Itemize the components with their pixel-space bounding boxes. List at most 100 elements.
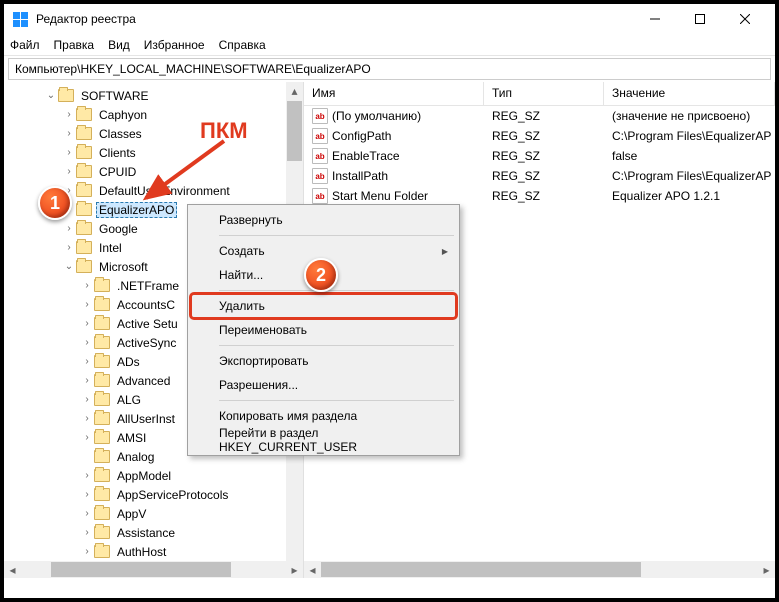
tree-item-label: ADs — [117, 355, 140, 369]
reg-sz-icon — [312, 128, 328, 144]
menubar: Файл Правка Вид Избранное Справка — [4, 34, 775, 56]
context-menu-goto-hkcu[interactable]: Перейти в раздел HKEY_CURRENT_USER — [191, 428, 456, 452]
context-menu-separator — [219, 345, 454, 346]
minimize-button[interactable] — [632, 5, 677, 33]
regedit-icon — [12, 11, 28, 27]
folder-icon — [94, 526, 110, 539]
context-menu-separator — [219, 235, 454, 236]
folder-icon — [76, 184, 92, 197]
tree-item-label: DefaultUserEnvironment — [99, 184, 230, 198]
scroll-right-arrow-icon[interactable]: ▸ — [286, 561, 303, 578]
close-button[interactable] — [722, 5, 767, 33]
expand-icon[interactable]: › — [80, 337, 94, 348]
value-row[interactable]: EnableTrace REG_SZfalse — [304, 146, 775, 166]
expand-icon[interactable]: › — [80, 375, 94, 386]
menu-view[interactable]: Вид — [108, 38, 130, 52]
expand-icon[interactable]: › — [62, 223, 76, 234]
titlebar: Редактор реестра — [4, 4, 775, 34]
menu-edit[interactable]: Правка — [54, 38, 95, 52]
scroll-thumb[interactable] — [287, 101, 302, 161]
column-header-name[interactable]: Имя — [304, 82, 484, 105]
folder-icon — [94, 374, 110, 387]
scroll-right-arrow-icon[interactable]: ▸ — [758, 561, 775, 578]
value-data: false — [604, 148, 775, 164]
tree-item-label: Google — [99, 222, 138, 236]
value-row[interactable]: ConfigPathREG_SZC:\Program Files\Equaliz… — [304, 126, 775, 146]
folder-icon — [94, 450, 110, 463]
expand-icon[interactable]: › — [80, 432, 94, 443]
tree-item-label: Active Setu — [117, 317, 178, 331]
tree-item[interactable]: ⌄ SOFTWARE — [4, 86, 303, 105]
scroll-left-arrow-icon[interactable]: ◂ — [4, 561, 21, 578]
expand-icon[interactable]: › — [80, 394, 94, 405]
value-row[interactable]: Start Menu FolderREG_SZEqualizer APO 1.2… — [304, 186, 775, 206]
scroll-up-arrow-icon[interactable]: ▴ — [286, 82, 303, 99]
expand-icon[interactable]: › — [80, 489, 94, 500]
reg-sz-icon — [312, 168, 328, 184]
scroll-hthumb[interactable] — [51, 562, 231, 577]
regedit-window: Редактор реестра Файл Правка Вид Избранн… — [0, 0, 779, 602]
tree-item[interactable]: ›AuthHost — [4, 542, 303, 561]
expand-icon[interactable]: › — [80, 356, 94, 367]
value-name: EnableTrace — [332, 149, 400, 163]
context-menu-separator — [219, 400, 454, 401]
expand-icon[interactable]: › — [80, 508, 94, 519]
context-menu-expand[interactable]: Развернуть — [191, 208, 456, 232]
context-menu-permissions[interactable]: Разрешения... — [191, 373, 456, 397]
scroll-left-arrow-icon[interactable]: ◂ — [304, 561, 321, 578]
expand-icon[interactable]: › — [62, 242, 76, 253]
folder-icon — [94, 507, 110, 520]
tree-item[interactable]: ›Caphyon — [4, 105, 303, 124]
folder-icon — [76, 108, 92, 121]
tree-item[interactable]: ›AppServiceProtocols — [4, 485, 303, 504]
expand-icon[interactable]: › — [80, 280, 94, 291]
tree-item[interactable]: ›CPUID — [4, 162, 303, 181]
address-bar[interactable]: Компьютер\HKEY_LOCAL_MACHINE\SOFTWARE\Eq… — [8, 58, 771, 80]
expand-icon[interactable]: › — [62, 128, 76, 139]
collapse-icon[interactable]: ⌄ — [62, 261, 76, 272]
expand-icon[interactable]: › — [80, 470, 94, 481]
expand-icon[interactable]: › — [80, 413, 94, 424]
value-row[interactable]: InstallPathREG_SZC:\Program Files\Equali… — [304, 166, 775, 186]
tree-item-label: AppModel — [117, 469, 171, 483]
tree-horizontal-scrollbar[interactable]: ◂ ▸ — [4, 561, 303, 578]
tree-item-label: AllUserInst — [117, 412, 175, 426]
folder-icon — [94, 488, 110, 501]
menu-file[interactable]: Файл — [10, 38, 40, 52]
tree-item[interactable]: ›AppV — [4, 504, 303, 523]
tree-item[interactable]: ›Clients — [4, 143, 303, 162]
tree-item-label: Classes — [99, 127, 142, 141]
reg-sz-icon — [312, 188, 328, 204]
tree-item-label: SOFTWARE — [81, 89, 149, 103]
collapse-icon[interactable]: ⌄ — [44, 90, 58, 101]
expand-icon[interactable]: › — [80, 527, 94, 538]
tree-item-label: .NETFrame — [117, 279, 179, 293]
expand-icon[interactable]: › — [80, 546, 94, 557]
value-row[interactable]: (По умолчанию)REG_SZ(значение не присвое… — [304, 106, 775, 126]
menu-favorites[interactable]: Избранное — [144, 38, 205, 52]
column-header-value[interactable]: Значение — [604, 82, 775, 105]
context-menu-copy-key[interactable]: Копировать имя раздела — [191, 404, 456, 428]
expand-icon[interactable]: › — [80, 299, 94, 310]
expand-icon[interactable]: › — [62, 147, 76, 158]
scroll-hthumb[interactable] — [321, 562, 641, 577]
context-menu-separator — [219, 290, 454, 291]
context-menu-rename[interactable]: Переименовать — [191, 318, 456, 342]
expand-icon[interactable]: › — [80, 318, 94, 329]
folder-icon — [58, 89, 74, 102]
maximize-button[interactable] — [677, 5, 722, 33]
menu-help[interactable]: Справка — [219, 38, 266, 52]
folder-icon — [76, 146, 92, 159]
tree-item[interactable]: ›Assistance — [4, 523, 303, 542]
values-list[interactable]: (По умолчанию)REG_SZ(значение не присвое… — [304, 106, 775, 206]
value-type: REG_SZ — [484, 148, 604, 164]
values-horizontal-scrollbar[interactable]: ◂ ▸ — [304, 561, 775, 578]
expand-icon[interactable]: › — [62, 109, 76, 120]
folder-icon — [76, 203, 92, 216]
expand-icon[interactable]: › — [62, 166, 76, 177]
column-header-type[interactable]: Тип — [484, 82, 604, 105]
tree-item[interactable]: › AppModel — [4, 466, 303, 485]
context-menu-export[interactable]: Экспортировать — [191, 349, 456, 373]
tree-item[interactable]: › Classes — [4, 124, 303, 143]
context-menu-delete[interactable]: Удалить — [191, 294, 456, 318]
